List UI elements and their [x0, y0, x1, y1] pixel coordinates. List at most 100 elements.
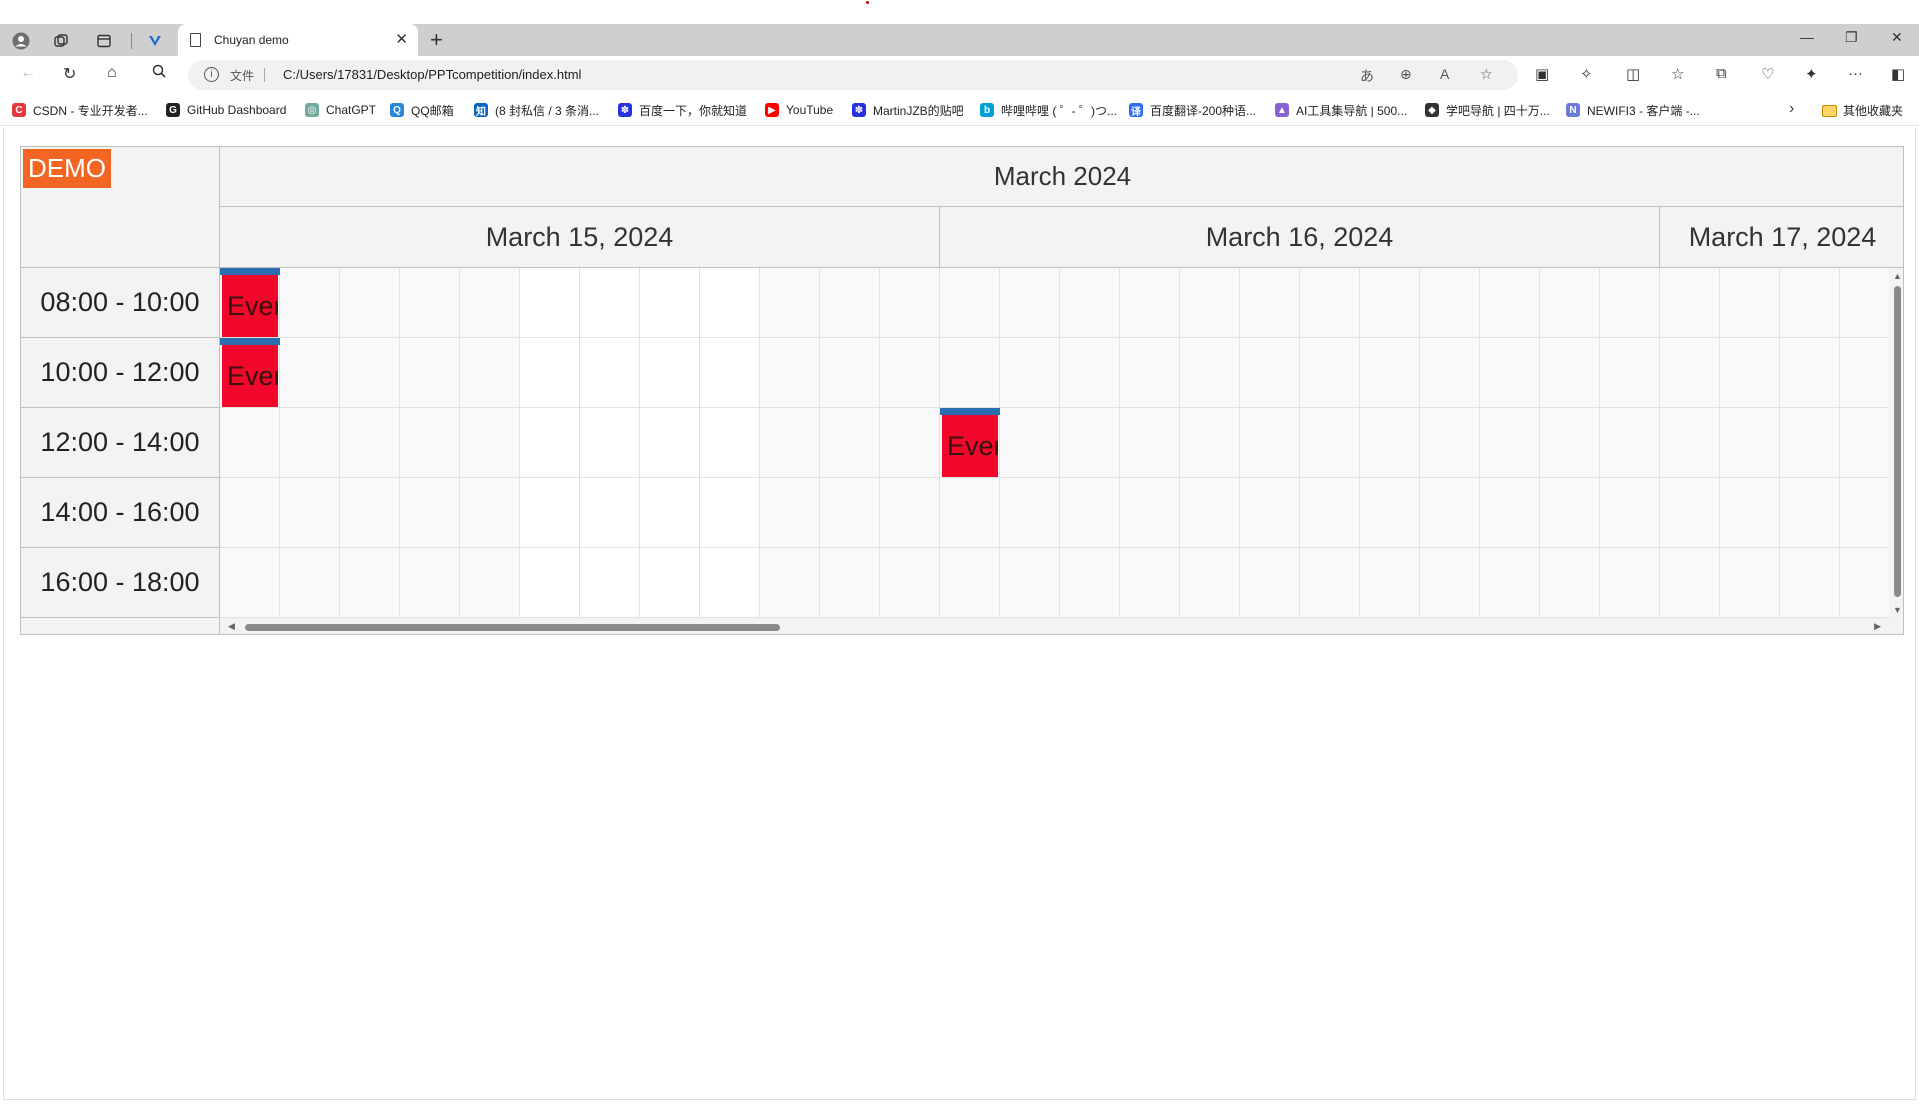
- time-cell[interactable]: [1780, 268, 1840, 338]
- time-cell[interactable]: [1060, 408, 1120, 478]
- time-cell[interactable]: [760, 548, 820, 618]
- time-cell[interactable]: [1540, 478, 1600, 548]
- time-cell[interactable]: [640, 478, 700, 548]
- back-icon[interactable]: ←: [20, 64, 36, 82]
- time-cell[interactable]: [520, 548, 580, 618]
- bookmark-item[interactable]: b 哔哩哔哩 ( ゜- ゜)つ...: [980, 102, 1117, 118]
- time-cell[interactable]: [1420, 548, 1480, 618]
- time-cell[interactable]: [1360, 268, 1420, 338]
- time-cell[interactable]: [1660, 268, 1720, 338]
- time-cell[interactable]: [520, 478, 580, 548]
- bookmark-item[interactable]: ▶ YouTube: [765, 102, 833, 118]
- time-cell[interactable]: [1600, 268, 1660, 338]
- info-icon[interactable]: i: [204, 67, 219, 82]
- time-cell[interactable]: [460, 408, 520, 478]
- restore-icon[interactable]: ❐: [1845, 29, 1858, 46]
- time-cell[interactable]: [640, 338, 700, 408]
- time-cell[interactable]: [1540, 268, 1600, 338]
- time-cell[interactable]: [1480, 548, 1540, 618]
- sidebar-toggle-icon[interactable]: ◧: [1891, 65, 1905, 83]
- time-cell[interactable]: [1480, 268, 1540, 338]
- scroll-left-arrow-icon[interactable]: ◀: [228, 621, 235, 632]
- refresh-icon[interactable]: ↻: [63, 64, 76, 84]
- browser-essentials-icon[interactable]: ♡: [1761, 65, 1774, 83]
- time-cell[interactable]: [580, 338, 640, 408]
- time-cell[interactable]: [520, 338, 580, 408]
- time-cell[interactable]: [1480, 478, 1540, 548]
- time-cell[interactable]: [1180, 548, 1240, 618]
- time-cell[interactable]: [1360, 478, 1420, 548]
- time-cell[interactable]: [280, 338, 340, 408]
- extension-icon[interactable]: ▣: [1535, 65, 1549, 83]
- new-tab-icon[interactable]: +: [430, 27, 443, 53]
- extensions-puzzle-icon[interactable]: ✧: [1580, 65, 1593, 83]
- time-cell[interactable]: [520, 408, 580, 478]
- time-cell[interactable]: [400, 478, 460, 548]
- workspaces-icon[interactable]: [50, 30, 72, 52]
- search-icon[interactable]: [152, 64, 166, 81]
- vertical-scroll-thumb[interactable]: [1894, 286, 1901, 597]
- time-cell[interactable]: [400, 338, 460, 408]
- time-cell[interactable]: [1120, 338, 1180, 408]
- time-cell[interactable]: [1780, 548, 1840, 618]
- time-cell[interactable]: [1600, 478, 1660, 548]
- time-cell[interactable]: [280, 408, 340, 478]
- horizontal-scroll-thumb[interactable]: [245, 624, 780, 631]
- time-cell[interactable]: [1120, 268, 1180, 338]
- time-cell[interactable]: [760, 338, 820, 408]
- time-cell[interactable]: [1720, 408, 1780, 478]
- time-cell[interactable]: [1420, 478, 1480, 548]
- time-cell[interactable]: [1000, 548, 1060, 618]
- time-cell[interactable]: [1000, 408, 1060, 478]
- time-cell[interactable]: [1060, 548, 1120, 618]
- time-cell[interactable]: [1180, 408, 1240, 478]
- bookmark-item[interactable]: 译百度翻译-200种语...: [1129, 102, 1256, 118]
- event-block[interactable]: Ever: [220, 268, 280, 338]
- time-cell[interactable]: [580, 268, 640, 338]
- time-cell[interactable]: [1300, 478, 1360, 548]
- time-cell[interactable]: [1600, 548, 1660, 618]
- time-cell[interactable]: [880, 408, 940, 478]
- time-cell[interactable]: [1240, 408, 1300, 478]
- time-cell[interactable]: [1240, 268, 1300, 338]
- time-cell[interactable]: [1780, 408, 1840, 478]
- time-cell[interactable]: [700, 478, 760, 548]
- time-cell[interactable]: [940, 268, 1000, 338]
- time-cell[interactable]: [520, 268, 580, 338]
- time-cell[interactable]: [220, 408, 280, 478]
- tab-active[interactable]: Chuyan demo ✕: [178, 24, 418, 56]
- time-cell[interactable]: [400, 408, 460, 478]
- collections-icon[interactable]: ⧉: [1716, 65, 1727, 82]
- favorite-star-icon[interactable]: ☆: [1480, 66, 1493, 83]
- time-cell[interactable]: [460, 548, 520, 618]
- time-cell[interactable]: [220, 478, 280, 548]
- url-text[interactable]: C:/Users/17831/Desktop/PPTcompetition/in…: [283, 67, 581, 82]
- translate-icon[interactable]: あ: [1360, 66, 1374, 86]
- time-cell[interactable]: [280, 548, 340, 618]
- time-cell[interactable]: [880, 478, 940, 548]
- favorites-icon[interactable]: ☆: [1671, 65, 1684, 83]
- split-screen-icon[interactable]: ◫: [1626, 65, 1640, 83]
- time-cell[interactable]: [820, 478, 880, 548]
- event-block[interactable]: Ever: [220, 338, 280, 408]
- more-bookmarks-chevron-icon[interactable]: ›: [1789, 100, 1794, 118]
- time-cell[interactable]: [820, 548, 880, 618]
- time-cell[interactable]: [1360, 548, 1420, 618]
- time-cell[interactable]: [1420, 268, 1480, 338]
- bookmark-item[interactable]: G GitHub Dashboard: [166, 102, 286, 118]
- time-cell[interactable]: [1000, 268, 1060, 338]
- time-cell[interactable]: [460, 478, 520, 548]
- read-aloud-icon[interactable]: A: [1440, 66, 1449, 82]
- minimize-icon[interactable]: —: [1800, 29, 1814, 45]
- time-cell[interactable]: [1300, 268, 1360, 338]
- time-cell[interactable]: [1540, 338, 1600, 408]
- home-icon[interactable]: ⌂: [107, 64, 117, 82]
- time-cell[interactable]: [1300, 408, 1360, 478]
- time-cell[interactable]: [760, 268, 820, 338]
- zoom-icon[interactable]: ⊕: [1400, 66, 1412, 83]
- time-cell[interactable]: [760, 478, 820, 548]
- time-cell[interactable]: [760, 408, 820, 478]
- time-cell[interactable]: [700, 408, 760, 478]
- time-cell[interactable]: [1600, 338, 1660, 408]
- time-cell[interactable]: [340, 548, 400, 618]
